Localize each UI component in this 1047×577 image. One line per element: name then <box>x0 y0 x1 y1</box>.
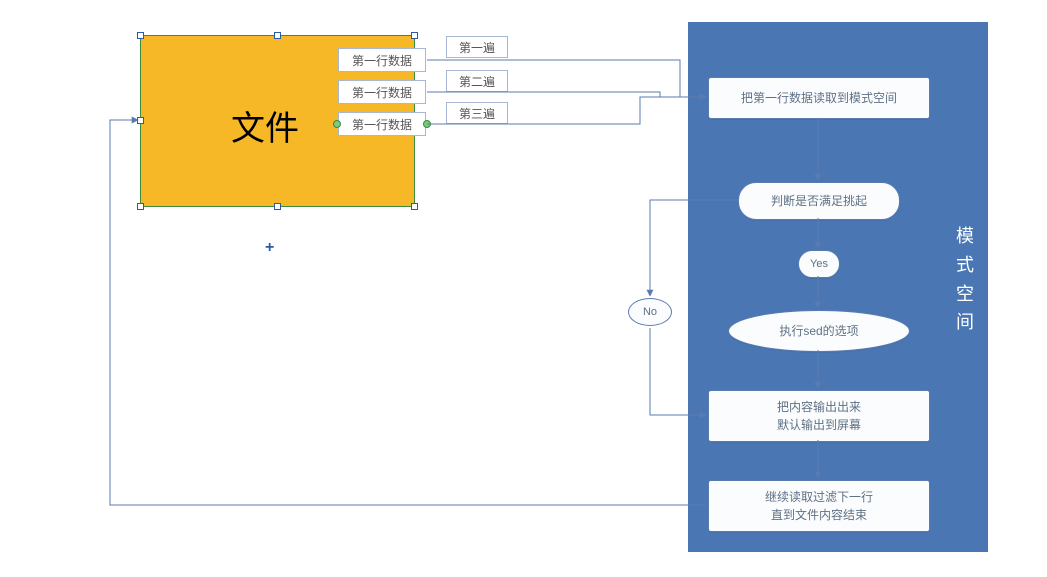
node-next[interactable]: 继续读取过滤下一行 直到文件内容结束 <box>708 480 930 532</box>
resize-handle[interactable] <box>411 32 418 39</box>
node-output[interactable]: 把内容输出出来 默认输出到屏幕 <box>708 390 930 442</box>
file-label: 文件 <box>231 101 299 150</box>
connection-dot[interactable] <box>333 120 341 128</box>
add-cursor-icon: + <box>265 240 274 256</box>
pattern-space-panel: 模式空间 把第一行数据读取到模式空间 判断是否满足挑起 Yes 执行sed的选项… <box>688 22 988 552</box>
resize-handle[interactable] <box>137 117 144 124</box>
pass-3[interactable]: 第三遍 <box>446 102 508 124</box>
connection-dot[interactable] <box>423 120 431 128</box>
resize-handle[interactable] <box>411 203 418 210</box>
panel-title: 模式空间 <box>956 222 976 337</box>
row-data-1[interactable]: 第一行数据 <box>338 48 426 72</box>
resize-handle[interactable] <box>274 203 281 210</box>
resize-handle[interactable] <box>274 32 281 39</box>
node-exec[interactable]: 执行sed的选项 <box>728 310 910 352</box>
pass-1[interactable]: 第一遍 <box>446 36 508 58</box>
node-read[interactable]: 把第一行数据读取到模式空间 <box>708 77 930 119</box>
pass-2[interactable]: 第二遍 <box>446 70 508 92</box>
resize-handle[interactable] <box>137 203 144 210</box>
diagram-canvas: 文件 + 第一行数据 第一行数据 第一行数据 第一遍 第二遍 第三遍 模式空间 … <box>0 0 1047 577</box>
node-yes[interactable]: Yes <box>798 250 840 278</box>
node-no[interactable]: No <box>628 298 672 326</box>
node-test[interactable]: 判断是否满足挑起 <box>738 182 900 220</box>
row-data-2[interactable]: 第一行数据 <box>338 80 426 104</box>
resize-handle[interactable] <box>137 32 144 39</box>
row-data-3[interactable]: 第一行数据 <box>338 112 426 136</box>
